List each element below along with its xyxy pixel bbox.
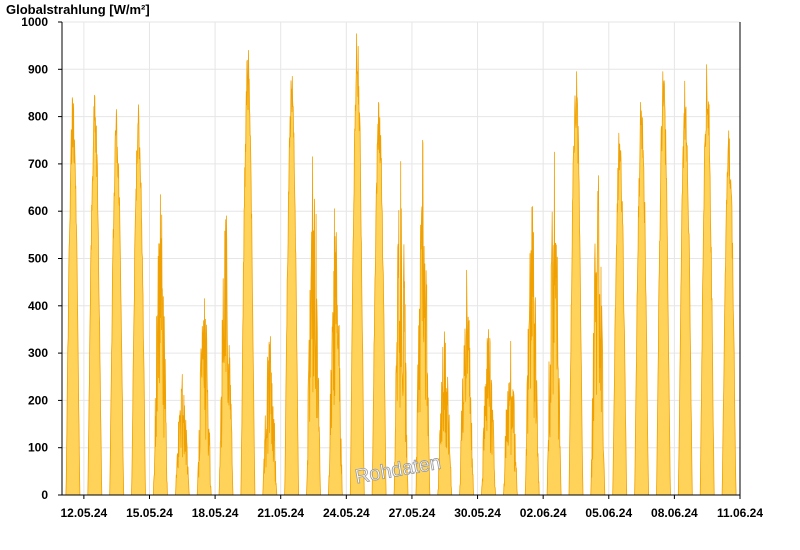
x-tick-label-9: 08.06.24: [651, 506, 698, 520]
day-area-02.06.24: [546, 151, 562, 496]
day-area-16.05.24: [174, 374, 190, 496]
x-tick-label-0: 12.05.24: [61, 506, 108, 520]
x-tick-label-4: 24.05.24: [323, 506, 370, 520]
day-area-20.05.24: [262, 336, 278, 496]
day-area-03.06.24: [568, 71, 584, 496]
day-area-04.06.24: [590, 175, 606, 496]
y-tick-label-0: 0: [41, 488, 48, 502]
day-area-12.05.24: [87, 94, 103, 496]
day-area-27.05.24: [415, 139, 431, 496]
day-area-24.05.24: [349, 33, 365, 496]
x-tick-label-5: 27.05.24: [389, 506, 436, 520]
x-tick-label-2: 18.05.24: [192, 506, 239, 520]
day-area-13.05.24: [109, 109, 125, 496]
day-area-25.05.24: [371, 102, 387, 496]
day-area-21.05.24: [284, 76, 299, 496]
y-tick-label-800: 800: [28, 110, 48, 124]
day-area-15.05.24: [153, 194, 168, 496]
x-tick-label-10: 11.06.24: [717, 506, 763, 520]
y-tick-label-900: 900: [28, 62, 48, 76]
irradiance-chart: 0 100 200 300 400 500 600 700 800 900 1000 12.05.24…: [6, 2, 763, 520]
day-area-10.06.24: [721, 130, 737, 496]
day-area-30.05.24: [481, 329, 496, 496]
y-tick-label-200: 200: [28, 393, 48, 407]
day-area-09.06.24: [699, 64, 715, 496]
day-area-17.05.24: [196, 298, 212, 496]
chart-container: 0 100 200 300 400 500 600 700 800 900 1000 12.05.24…: [0, 0, 800, 550]
day-area-11.05.24: [65, 97, 81, 496]
day-area-05.06.24: [612, 132, 628, 496]
y-tick-label-500: 500: [28, 252, 48, 266]
y-tick-label-300: 300: [28, 346, 48, 360]
daily-irradiance-areas: [65, 33, 737, 496]
x-tick-label-8: 05.06.24: [585, 506, 632, 520]
day-area-01.06.24: [524, 206, 540, 496]
y-tick-label-600: 600: [28, 204, 48, 218]
y-tick-label-100: 100: [28, 441, 48, 455]
x-tick-label-1: 15.05.24: [126, 506, 173, 520]
y-tick-label-700: 700: [28, 157, 48, 171]
x-tick-label-6: 30.05.24: [454, 506, 501, 520]
day-area-29.05.24: [459, 269, 474, 496]
day-area-08.06.24: [677, 80, 693, 496]
y-tick-label-1000: 1000: [21, 15, 48, 29]
day-area-31.05.24: [503, 340, 518, 496]
day-area-23.05.24: [328, 208, 343, 496]
day-area-18.05.24: [218, 215, 234, 496]
day-area-07.06.24: [656, 71, 671, 496]
day-area-06.06.24: [634, 102, 649, 496]
y-tick-label-400: 400: [28, 299, 48, 313]
x-tick-label-7: 02.06.24: [520, 506, 567, 520]
day-area-22.05.24: [306, 156, 321, 496]
x-tick-label-3: 21.05.24: [257, 506, 304, 520]
y-axis-title: Globalstrahlung [W/m²]: [6, 2, 150, 17]
day-area-14.05.24: [131, 104, 146, 496]
